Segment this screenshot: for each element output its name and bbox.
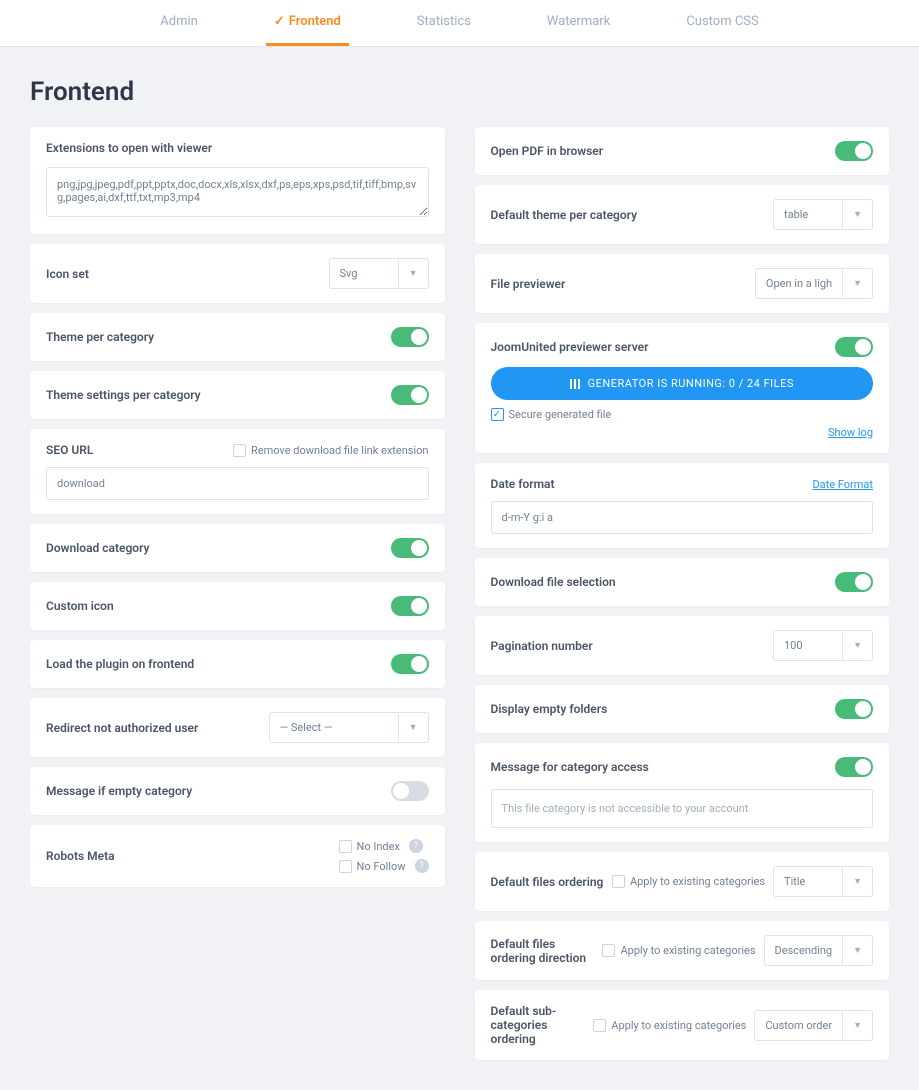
- default-theme-label: Default theme per category: [491, 208, 638, 222]
- date-format-input[interactable]: [491, 501, 874, 534]
- pagination-label: Pagination number: [491, 639, 593, 653]
- help-icon[interactable]: ?: [409, 839, 423, 853]
- redirect-label: Redirect not authorized user: [46, 721, 198, 735]
- open-pdf-toggle[interactable]: [835, 141, 873, 161]
- theme-per-category-toggle[interactable]: [391, 327, 429, 347]
- theme-settings-per-category-toggle[interactable]: [391, 385, 429, 405]
- right-column: Open PDF in browser Default theme per ca…: [475, 127, 890, 1070]
- generator-status-text: GENERATOR IS RUNNING: 0 / 24 FILES: [588, 377, 794, 390]
- download-file-selection-toggle[interactable]: [835, 572, 873, 592]
- direction-apply-label: Apply to existing categories: [620, 944, 755, 957]
- download-category-toggle[interactable]: [391, 538, 429, 558]
- redirect-value: — Select —: [270, 713, 398, 742]
- file-previewer-value: Open in a ligh: [756, 269, 842, 298]
- page-title: Frontend: [30, 77, 889, 107]
- joomunited-label: JoomUnited previewer server: [491, 340, 649, 354]
- chevron-down-icon: ▼: [842, 937, 872, 964]
- file-previewer-label: File previewer: [491, 277, 566, 291]
- show-log-link[interactable]: Show log: [828, 426, 873, 439]
- message-category-toggle[interactable]: [835, 757, 873, 777]
- extensions-label: Extensions to open with viewer: [46, 141, 429, 155]
- download-file-selection-label: Download file selection: [491, 575, 616, 589]
- files-ordering-apply-label: Apply to existing categories: [630, 875, 765, 888]
- display-empty-toggle[interactable]: [835, 699, 873, 719]
- file-previewer-select[interactable]: Open in a ligh ▼: [755, 268, 873, 299]
- seo-url-label: SEO URL: [46, 443, 93, 457]
- extensions-textarea[interactable]: [46, 167, 429, 217]
- pagination-value: 100: [774, 631, 842, 660]
- nofollow-label: No Follow: [357, 860, 406, 873]
- noindex-checkbox[interactable]: [339, 840, 352, 853]
- tab-frontend[interactable]: ✓ Frontend: [266, 0, 349, 46]
- open-pdf-label: Open PDF in browser: [491, 144, 604, 158]
- theme-settings-per-category-label: Theme settings per category: [46, 388, 201, 402]
- left-column: Extensions to open with viewer Icon set …: [30, 127, 445, 1070]
- chevron-down-icon: ▼: [842, 201, 872, 228]
- tab-statistics[interactable]: Statistics: [409, 0, 479, 46]
- redirect-select[interactable]: — Select — ▼: [269, 712, 429, 743]
- default-theme-value: table: [774, 200, 842, 229]
- secure-generated-label: Secure generated file: [509, 408, 612, 421]
- files-ordering-label: Default files ordering: [491, 875, 604, 889]
- subcat-apply-label: Apply to existing categories: [611, 1019, 746, 1032]
- icon-set-value: Svg: [330, 259, 398, 288]
- icon-set-label: Icon set: [46, 267, 89, 281]
- secure-generated-checkbox[interactable]: ✓: [491, 408, 504, 421]
- message-category-input[interactable]: This file category is not accessible to …: [491, 789, 874, 828]
- files-ordering-value: Title: [774, 867, 842, 896]
- load-plugin-toggle[interactable]: [391, 654, 429, 674]
- chevron-down-icon: ▼: [842, 868, 872, 895]
- nofollow-checkbox[interactable]: [339, 860, 352, 873]
- message-category-label: Message for category access: [491, 760, 649, 774]
- subcat-label: Default sub-categories ordering: [491, 1004, 586, 1046]
- remove-ext-checkbox[interactable]: [233, 444, 246, 457]
- message-empty-toggle[interactable]: [391, 781, 429, 801]
- tab-watermark[interactable]: Watermark: [539, 0, 618, 46]
- display-empty-label: Display empty folders: [491, 702, 608, 716]
- custom-icon-label: Custom icon: [46, 599, 114, 613]
- download-category-label: Download category: [46, 541, 149, 555]
- subcat-value: Custom order: [755, 1011, 842, 1040]
- direction-value: Descending: [765, 936, 843, 965]
- chevron-down-icon: ▼: [842, 270, 872, 297]
- subcat-apply-checkbox[interactable]: [593, 1019, 606, 1032]
- pagination-select[interactable]: 100 ▼: [773, 630, 873, 661]
- generator-status-bar[interactable]: GENERATOR IS RUNNING: 0 / 24 FILES: [491, 367, 874, 400]
- icon-set-select[interactable]: Svg ▼: [329, 258, 429, 289]
- chevron-down-icon: ▼: [398, 260, 428, 287]
- date-format-label: Date format: [491, 477, 555, 491]
- chevron-down-icon: ▼: [842, 1012, 872, 1039]
- custom-icon-toggle[interactable]: [391, 596, 429, 616]
- pause-icon: [570, 379, 580, 389]
- seo-url-input[interactable]: [46, 467, 429, 500]
- tab-admin[interactable]: Admin: [152, 0, 206, 46]
- chevron-down-icon: ▼: [398, 714, 428, 741]
- default-theme-select[interactable]: table ▼: [773, 199, 873, 230]
- load-plugin-label: Load the plugin on frontend: [46, 657, 194, 671]
- theme-per-category-label: Theme per category: [46, 330, 154, 344]
- chevron-down-icon: ▼: [842, 632, 872, 659]
- check-icon: ✓: [274, 14, 285, 29]
- tab-frontend-label: Frontend: [289, 14, 341, 29]
- remove-ext-label: Remove download file link extension: [251, 444, 429, 457]
- robots-label: Robots Meta: [46, 849, 115, 863]
- tab-customcss[interactable]: Custom CSS: [678, 0, 766, 46]
- direction-select[interactable]: Descending ▼: [764, 935, 873, 966]
- help-icon[interactable]: ?: [415, 859, 429, 873]
- files-ordering-apply-checkbox[interactable]: [612, 875, 625, 888]
- message-empty-label: Message if empty category: [46, 784, 192, 798]
- files-ordering-select[interactable]: Title ▼: [773, 866, 873, 897]
- noindex-label: No Index: [357, 840, 400, 853]
- direction-label: Default files ordering direction: [491, 937, 595, 965]
- tabs-bar: Admin ✓ Frontend Statistics Watermark Cus…: [0, 0, 919, 47]
- date-format-link[interactable]: Date Format: [812, 478, 873, 491]
- joomunited-toggle[interactable]: [835, 337, 873, 357]
- subcat-select[interactable]: Custom order ▼: [754, 1010, 873, 1041]
- direction-apply-checkbox[interactable]: [602, 944, 615, 957]
